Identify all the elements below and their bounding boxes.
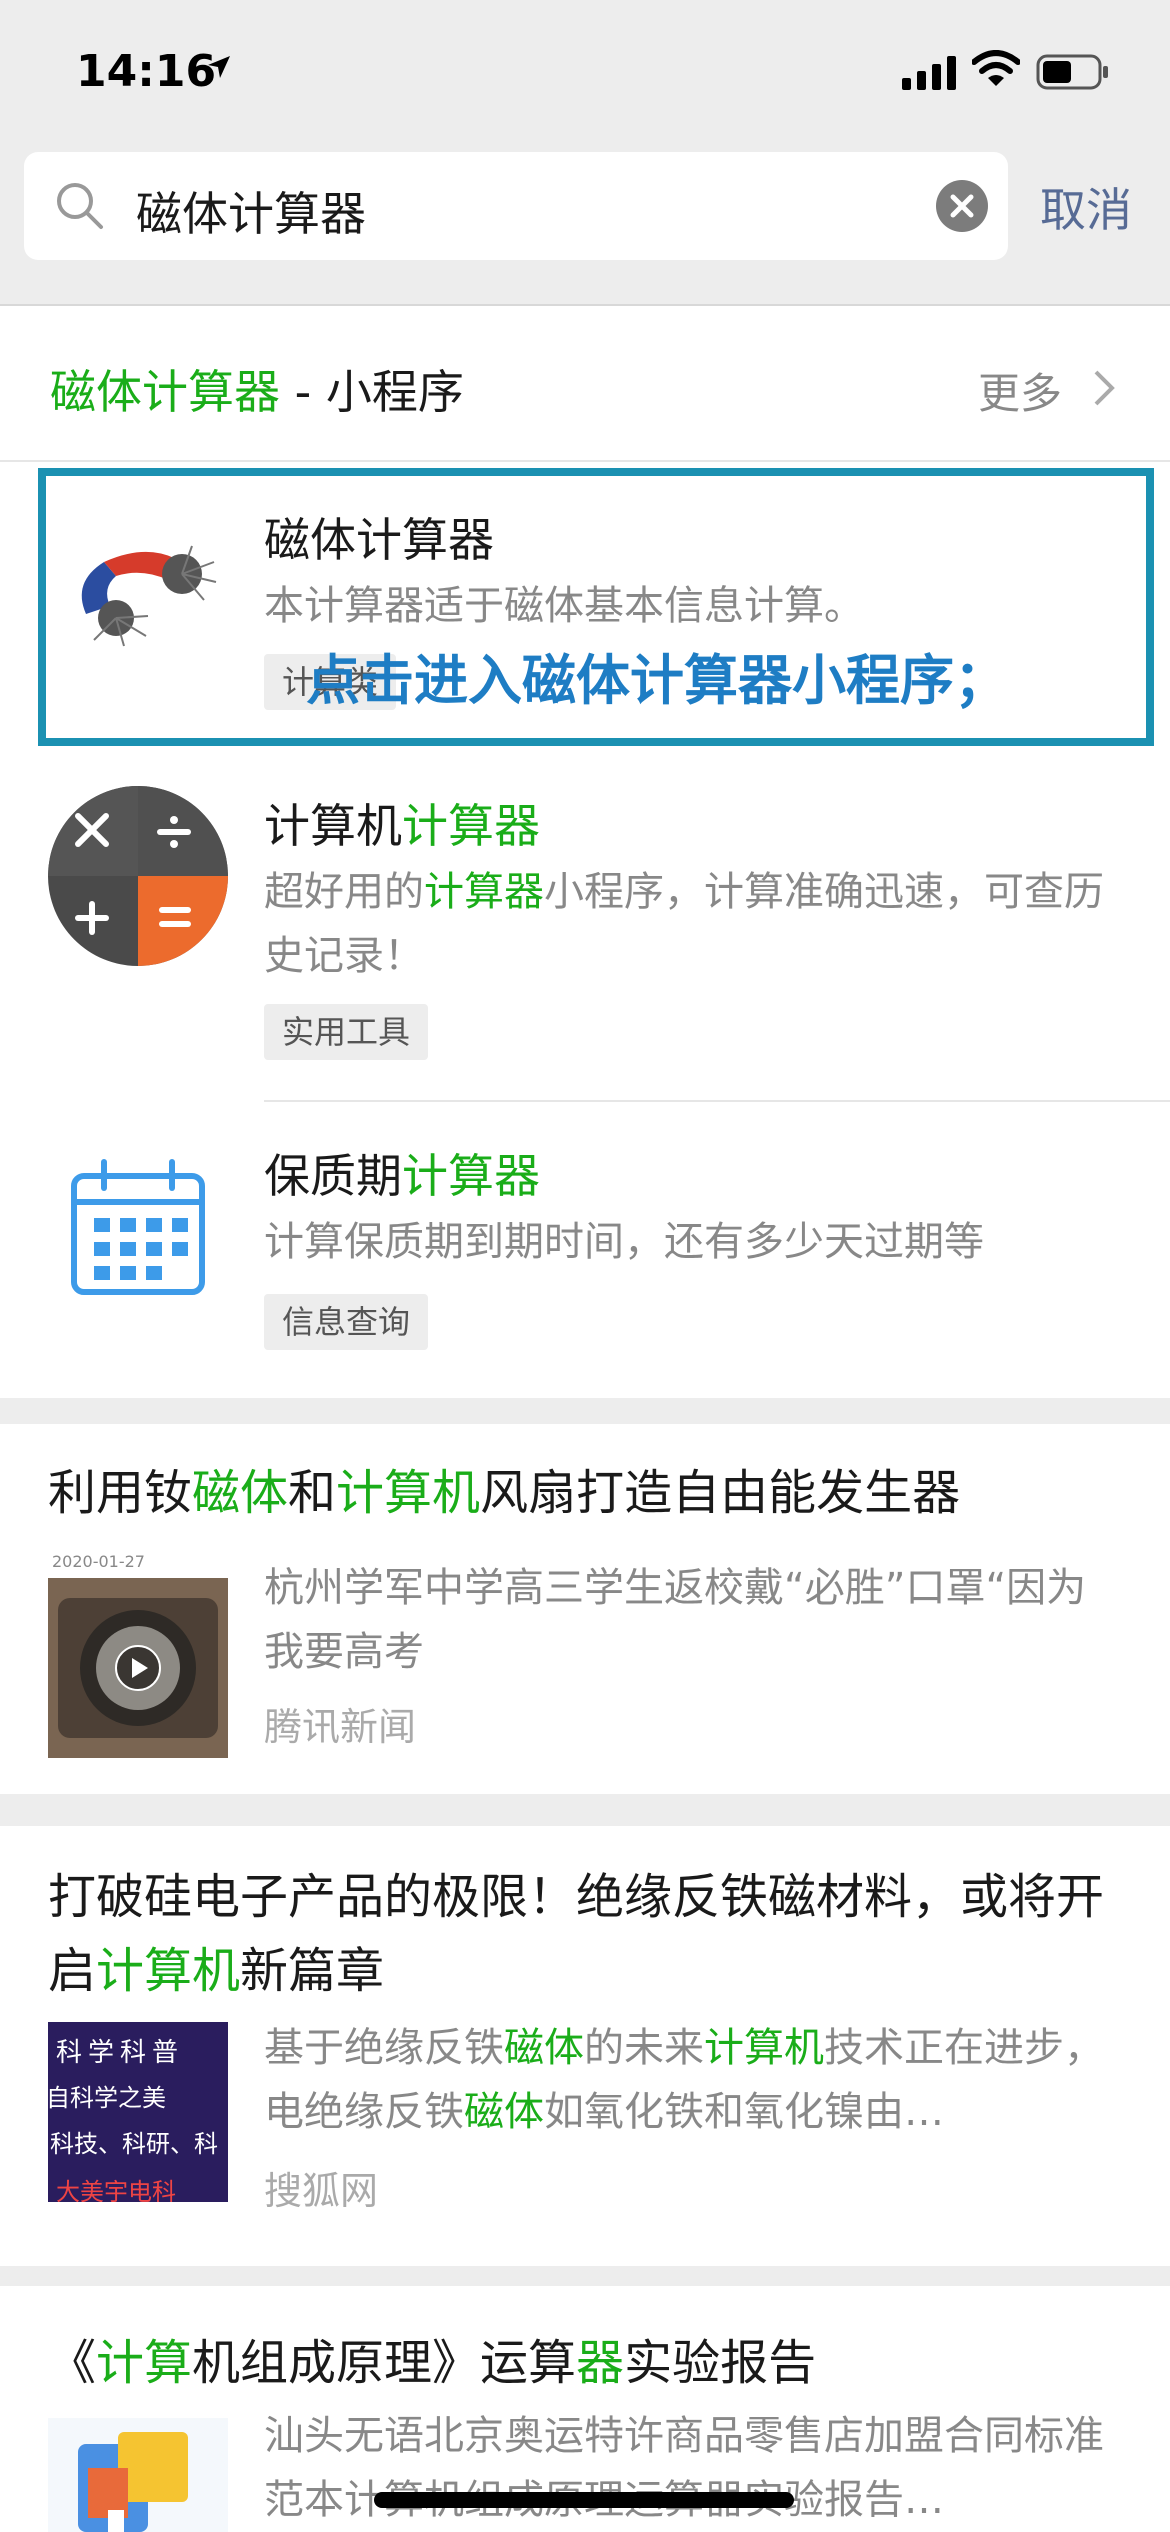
desc-part: 如氧化铁和氧化镍由… [544,2089,944,2135]
thumbnail-text: 自科学之美 [48,2084,166,2112]
title-keyword: 磁体 [192,1465,289,1521]
calculator-icon [48,786,228,966]
article-title: 利用钕磁体和计算机风扇打造自由能发生器 [48,1456,1138,1530]
thumbnail-text: 科学科普 [56,2038,185,2068]
battery-icon [1036,54,1108,90]
calendar-icon [71,1159,205,1295]
article-card[interactable]: 利用钕磁体和计算机风扇打造自由能发生器 2020-01-27 杭州学军中学高三学… [0,1424,1170,1794]
desc-keyword: 磁体 [504,2025,584,2071]
cancel-button[interactable]: 取消 [1040,174,1132,240]
mini-app-tag: 实用工具 [264,1004,429,1060]
thumbnail-text: 科技、科研、科 [50,2130,218,2158]
thumbnail-text: 大美宇电科 [56,2178,176,2202]
article-title: 打破硅电子产品的极限！绝缘反铁磁材料，或将开启计算机新篇章 [48,1860,1138,2008]
title-part: 机组成原理》运算 [192,2335,577,2391]
thumbnail-date: 2020-01-27 [52,1552,145,1571]
mini-app-title: 计算机计算器 [264,790,540,856]
clear-search-button[interactable] [936,180,988,232]
article-thumbnail: 科学科普 自科学之美 科技、科研、科 大美宇电科 [48,2022,228,2202]
article-source: 搜狐网 [264,2169,379,2213]
desc-part: 超好用的 [264,869,424,915]
section-title-keyword: 磁体计算器 [50,365,280,419]
title-part: 和 [288,1465,337,1521]
location-arrow-icon [208,56,230,78]
status-time: 14:16 [76,46,217,97]
status-bar: 14:16 [0,0,1170,150]
chevron-right-icon[interactable] [1092,368,1116,408]
title-keyword: 器 [576,2335,625,2391]
title-keyword: 计算 [96,2335,193,2391]
more-link[interactable]: 更多 [978,360,1062,421]
video-thumbnail [48,1578,228,1758]
divider [264,1100,1170,1102]
divider [0,460,1170,462]
mini-app-desc: 计算保质期到期时间，还有多少天过期等 [264,1219,984,1265]
article-thumbnail [48,2418,228,2532]
article-title: 《计算机组成原理》运算器实验报告 [48,2326,1138,2400]
desc-keyword: 磁体 [464,2089,544,2135]
mini-app-title: 保质期计算器 [264,1140,540,1206]
article-desc: 杭州学军中学高三学生返校戴“必胜”口罩“因为我要高考 [264,1565,1087,1675]
title-keyword: 计算机 [96,1943,241,1999]
title-part: 实验报告 [624,2335,817,2391]
mini-app-shelf-life-calculator[interactable]: 保质期计算器 计算保质期到期时间，还有多少天过期等 信息查询 [0,1110,1170,1390]
title-part: 新篇章 [240,1943,385,1999]
close-icon [950,194,974,218]
mini-app-computer-calculator[interactable]: 计算机计算器 超好用的计算器小程序，计算准确迅速，可查历史记录！ 实用工具 [0,760,1170,1100]
title-part: 风扇打造自由能发生器 [480,1465,961,1521]
search-field[interactable]: 磁体计算器 [24,152,1008,260]
title-part: 《 [48,2335,97,2391]
wifi-icon [972,50,1020,86]
desc-part: 基于绝缘反铁 [264,2025,504,2071]
section-title-suffix: - 小程序 [280,365,464,419]
mini-app-desc: 超好用的计算器小程序，计算准确迅速，可查历史记录！ [264,860,1124,988]
desc-keyword: 计算机 [704,2025,824,2071]
title-keyword: 计算器 [402,799,540,853]
article-source: 腾讯新闻 [264,1705,417,1749]
article-card[interactable]: 打破硅电子产品的极限！绝缘反铁磁材料，或将开启计算机新篇章 科学科普 自科学之美… [0,1826,1170,2266]
search-query[interactable]: 磁体计算器 [136,178,366,244]
home-indicator[interactable] [374,2492,794,2508]
article-thumbnail [48,1578,228,1758]
title-part: 利用钕 [48,1465,193,1521]
title-plain: 计算机 [264,799,402,853]
article-desc: 汕头无语北京奥运特许商品零售店加盟合同标准范本计算机组成原理运算器实验报告… [264,2413,1104,2523]
title-keyword: 计算器 [402,1149,540,1203]
article-desc: 基于绝缘反铁磁体的未来计算机技术正在进步，电绝缘反铁磁体如氧化铁和氧化镍由… [264,2016,1124,2144]
title-keyword: 计算机 [336,1465,481,1521]
annotation-text: 点击进入磁体计算器小程序； [306,649,1008,712]
report-illustration [78,2432,188,2532]
desc-part: 的未来 [584,2025,704,2071]
desc-keyword: 计算器 [424,869,544,915]
title-plain: 保质期 [264,1149,402,1203]
cellular-signal-icon [902,56,956,90]
search-icon [57,183,103,229]
section-title: 磁体计算器 - 小程序 [50,356,464,422]
mini-app-tag: 信息查询 [264,1294,429,1350]
